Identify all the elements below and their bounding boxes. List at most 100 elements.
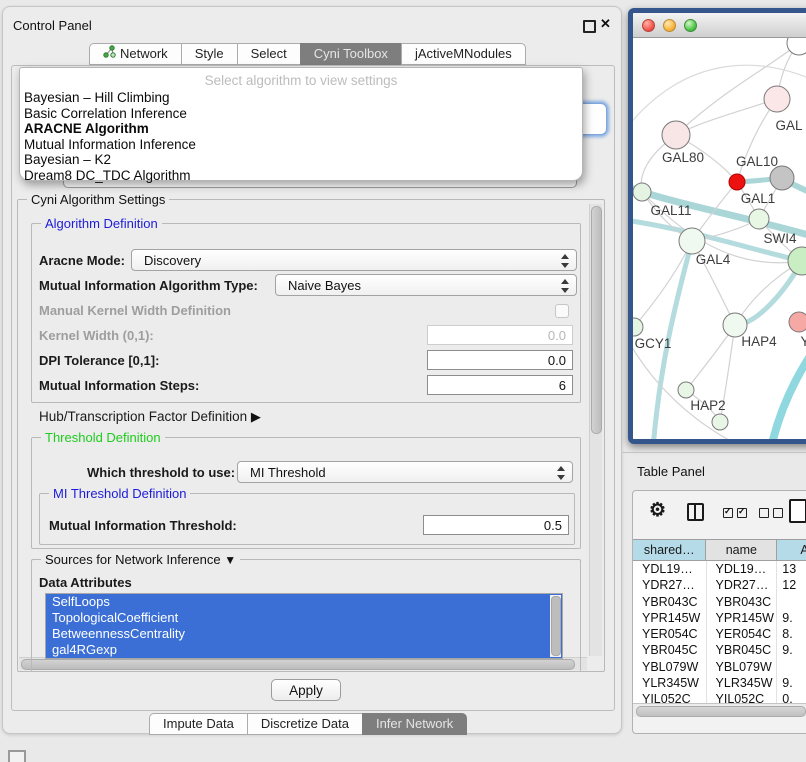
data-attributes-list[interactable]: SelfLoopsTopologicalCoefficientBetweenne… — [45, 593, 563, 659]
expanded-arrow-icon[interactable]: ▼ — [224, 553, 236, 567]
tab-infer-network[interactable]: Infer Network — [362, 713, 467, 735]
tab-jactivemnodules[interactable]: jActiveMNodules — [401, 43, 526, 65]
settings-vertical-scrollbar[interactable] — [589, 204, 602, 656]
kernel-width-field[interactable]: 0.0 — [427, 325, 573, 345]
network-node-gal80[interactable] — [662, 121, 690, 149]
tab-select[interactable]: Select — [237, 43, 300, 65]
list-item[interactable]: TopologicalCoefficient — [46, 610, 562, 626]
dropdown-item[interactable]: Mutual Information Inference — [20, 137, 582, 153]
hub-definition-toggle[interactable]: Hub/Transcription Factor Definition ▶ — [39, 409, 261, 425]
combobox-stepper-icon — [561, 279, 569, 293]
table-cell: YPR145W — [633, 610, 707, 626]
hub-definition-label: Hub/Transcription Factor Definition — [39, 409, 247, 424]
zoom-window-icon[interactable] — [684, 19, 697, 32]
gear-icon[interactable]: ⚙ — [649, 499, 666, 522]
network-node[interactable] — [787, 38, 806, 55]
table-cell: YBR045C — [633, 642, 707, 658]
data-attributes-items: SelfLoopsTopologicalCoefficientBetweenne… — [46, 594, 562, 658]
network-node-y[interactable] — [789, 312, 806, 332]
apply-button[interactable]: Apply — [271, 679, 341, 701]
mi-threshold-field[interactable]: 0.5 — [423, 515, 569, 535]
network-window-titlebar[interactable] — [633, 13, 806, 38]
close-panel-icon[interactable]: ✕ — [600, 16, 611, 32]
dropdown-item[interactable]: ARACNE Algorithm — [20, 121, 582, 137]
table-cell: YBR043C — [633, 594, 707, 610]
table-row[interactable]: YDL19…YDL19…13 — [633, 561, 806, 577]
minimized-panel-icon[interactable] — [8, 750, 26, 762]
network-node-gal11[interactable] — [633, 183, 651, 201]
bottom-tabs: Impute DataDiscretize DataInfer Network — [149, 713, 467, 735]
sources-title-text: Sources for Network Inference — [45, 552, 221, 567]
tab-cyni-toolbox[interactable]: Cyni Toolbox — [300, 43, 401, 65]
network-node-gal[interactable] — [764, 86, 790, 112]
list-item[interactable]: BetweennessCentrality — [46, 626, 562, 642]
close-window-icon[interactable] — [642, 19, 655, 32]
network-view-window[interactable]: GALGAL80GAL10GAL1GAL11SWI4GAL4GCY1HAP4YH… — [628, 8, 806, 444]
node-label: GAL80 — [662, 150, 704, 165]
table-cell: YDL19… — [707, 561, 778, 577]
table-row[interactable]: YBR043CYBR043C — [633, 594, 806, 610]
table-row[interactable]: YBR045CYBR045C9. — [633, 642, 806, 658]
network-edge[interactable] — [737, 99, 777, 182]
table-row[interactable]: YDR27…YDR27…12 — [633, 577, 806, 593]
node-label: GAL — [775, 118, 803, 133]
table-cell: YPR145W — [707, 610, 778, 626]
list-item[interactable]: SelfLoops — [46, 594, 562, 610]
tab-impute-data[interactable]: Impute Data — [149, 713, 247, 735]
network-node-hap2[interactable] — [678, 382, 694, 398]
mi-steps-label: Mutual Information Steps: — [39, 378, 199, 393]
network-node[interactable] — [729, 174, 745, 190]
network-edge[interactable] — [676, 99, 777, 135]
network-node-gal4[interactable] — [679, 228, 705, 254]
dropdown-item[interactable]: Dream8 DC_TDC Algorithm — [20, 168, 582, 184]
table-cell: YDR27… — [707, 577, 778, 593]
table-horizontal-scrollbar[interactable] — [633, 703, 806, 717]
manual-kernel-checkbox[interactable] — [555, 304, 569, 318]
dropdown-item[interactable]: Bayesian – Hill Climbing — [20, 90, 582, 106]
aracne-mode-combobox[interactable]: Discovery — [131, 249, 577, 271]
manual-kernel-label: Manual Kernel Width Definition — [39, 303, 231, 318]
network-node-gal1[interactable] — [749, 209, 769, 229]
table-row[interactable]: YLR345WYLR345W9. — [633, 675, 806, 691]
network-node[interactable] — [712, 414, 728, 430]
tab-discretize-data[interactable]: Discretize Data — [247, 713, 362, 735]
list-scroll-thumb[interactable] — [551, 596, 561, 656]
node-label: SWI4 — [763, 231, 796, 246]
dropdown-item[interactable]: Bayesian – K2 — [20, 152, 582, 168]
column-header-A[interactable]: A — [777, 539, 806, 561]
export-table-icon[interactable] — [789, 499, 806, 523]
unchecked-box-icon — [773, 508, 783, 518]
columns-icon[interactable] — [687, 503, 704, 521]
tab-label: Network — [120, 44, 168, 64]
network-node-gcy1[interactable] — [633, 318, 643, 336]
column-header-name[interactable]: name — [706, 539, 777, 561]
tab-label: Select — [251, 44, 287, 64]
node-label: HAP4 — [741, 334, 777, 349]
tab-network[interactable]: Network — [89, 43, 181, 65]
tab-style[interactable]: Style — [181, 43, 237, 65]
mi-type-combobox[interactable]: Naive Bayes — [275, 274, 577, 296]
table-row[interactable]: YER054CYER054C8. — [633, 626, 806, 642]
table-row[interactable]: YBL079WYBL079W — [633, 659, 806, 675]
table-cell: YER054C — [633, 626, 707, 642]
table-hscroll-thumb[interactable] — [636, 706, 806, 717]
network-node-gal10[interactable] — [770, 166, 794, 190]
mi-steps-field[interactable]: 6 — [427, 375, 573, 395]
combobox-stepper-icon — [561, 254, 569, 268]
float-panel-icon[interactable] — [583, 20, 596, 33]
which-threshold-combobox[interactable]: MI Threshold — [237, 461, 573, 483]
network-canvas[interactable]: GALGAL80GAL10GAL1GAL11SWI4GAL4GCY1HAP4YH… — [633, 38, 806, 440]
show-all-columns-icon[interactable] — [723, 508, 747, 518]
unchecked-box-icon — [759, 508, 769, 518]
mi-type-value: Naive Bayes — [288, 278, 361, 293]
dropdown-item[interactable]: Basic Correlation Inference — [20, 106, 582, 122]
list-item[interactable]: gal4RGexp — [46, 642, 562, 658]
minimize-window-icon[interactable] — [663, 19, 676, 32]
list-scrollbar[interactable] — [550, 595, 561, 657]
vscroll-thumb[interactable] — [591, 206, 602, 434]
dpi-tolerance-field[interactable]: 0.0 — [427, 350, 573, 370]
combobox-stepper-icon — [557, 466, 565, 480]
hide-all-columns-icon[interactable] — [759, 508, 783, 518]
column-header-shared…[interactable]: shared… — [633, 539, 706, 561]
table-row[interactable]: YPR145WYPR145W9. — [633, 610, 806, 626]
